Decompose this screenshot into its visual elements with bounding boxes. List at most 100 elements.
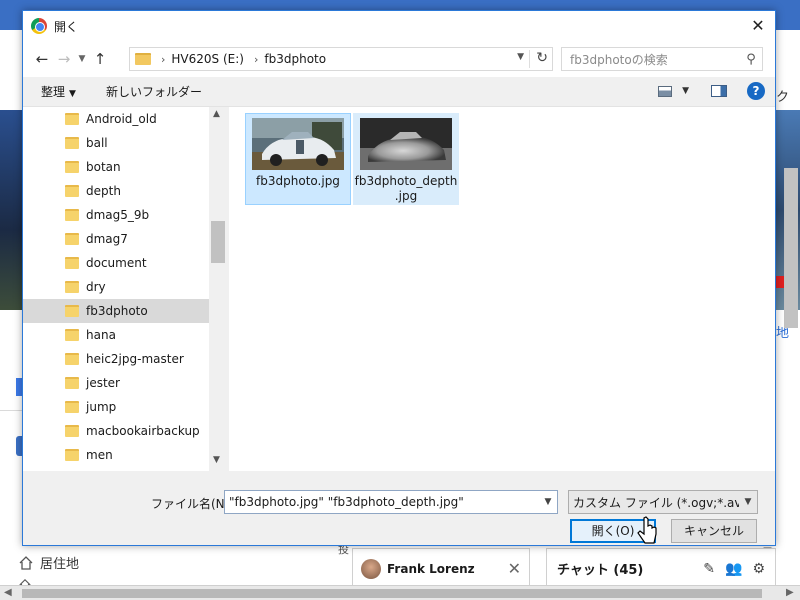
cancel-button[interactable]: キャンセル <box>671 519 757 543</box>
tree-item[interactable]: dmag5_9b <box>23 203 209 227</box>
chevron-down-icon: ▼ <box>69 89 76 99</box>
chrome-icon <box>31 18 47 34</box>
chevron-down-icon[interactable]: ▼ <box>682 86 689 96</box>
tree-item-label: hana <box>86 328 116 342</box>
background-horizontal-scrollbar[interactable]: ◀ ▶ <box>0 585 800 600</box>
tree-item-selected[interactable]: fb3dphoto <box>23 299 209 323</box>
tree-item[interactable]: macbookairbackup <box>23 419 209 443</box>
tree-item[interactable]: hana <box>23 323 209 347</box>
file-item[interactable]: fb3dphoto.jpg <box>245 113 351 205</box>
breadcrumb-separator: › <box>161 52 166 66</box>
close-button[interactable]: ✕ <box>745 13 771 39</box>
home-icon <box>19 555 33 570</box>
car-photo-thumbnail <box>252 118 344 170</box>
address-divider <box>529 50 530 68</box>
breadcrumb-drive[interactable]: HV620S (E:) <box>171 52 244 66</box>
toolbar-right-group: ▼ ? <box>658 82 765 100</box>
navigation-bar: ← → ▼ ↑ › HV620S (E:) › fb3dphoto ▼ ↻ fb… <box>23 41 775 77</box>
folder-icon <box>65 233 79 245</box>
help-icon[interactable]: ? <box>747 82 765 100</box>
preview-pane-icon[interactable] <box>711 85 727 97</box>
close-icon[interactable]: ✕ <box>508 559 521 578</box>
address-bar[interactable]: › HV620S (E:) › fb3dphoto ▼ ↻ <box>129 47 553 71</box>
home-label: 居住地 <box>40 557 80 572</box>
scroll-left-icon[interactable]: ◀ <box>4 587 12 598</box>
new-folder-button[interactable]: 新しいフォルダー <box>106 83 202 100</box>
recent-locations-button[interactable]: ▼ <box>75 54 89 64</box>
chat-contact-panel[interactable]: Frank Lorenz ✕ <box>352 548 530 588</box>
chevron-down-icon: ▼ <box>744 497 752 507</box>
tree-item-label: dmag5_9b <box>86 208 150 222</box>
dialog-title: 開く <box>54 19 79 34</box>
tree-item-label: dmag7 <box>86 232 128 246</box>
scroll-down-icon[interactable]: ▼ <box>213 455 220 465</box>
tree-item-label: document <box>86 256 147 270</box>
search-input[interactable]: fb3dphotoの検索 ⚲ <box>561 47 763 71</box>
command-toolbar: 整理 ▼ 新しいフォルダー ▼ ? <box>23 77 775 107</box>
folder-icon <box>65 257 79 269</box>
search-icon[interactable]: ⚲ <box>740 52 762 67</box>
folder-tree: Android_old ball botan depth dmag5_9b dm… <box>23 107 227 471</box>
folder-icon <box>65 425 79 437</box>
dialog-titlebar[interactable]: 開く ✕ <box>23 11 775 41</box>
filename-value: "fb3dphoto.jpg" "fb3dphoto_depth.jpg" <box>229 495 464 509</box>
tree-item[interactable]: document <box>23 251 209 275</box>
filename-label: ファイル名(N): <box>151 497 234 511</box>
up-button[interactable]: ↑ <box>89 50 111 68</box>
compose-icon[interactable]: ✎ <box>703 561 715 577</box>
chat-contact-name: Frank Lorenz <box>387 561 475 576</box>
tree-item-label: dry <box>86 280 106 294</box>
tree-item[interactable]: men <box>23 443 209 467</box>
file-list: fb3dphoto.jpg fb3dphoto_depth .jpg <box>229 107 775 471</box>
breadcrumb-separator: › <box>253 52 259 66</box>
tree-item[interactable]: botan <box>23 155 209 179</box>
tree-item[interactable]: ball <box>23 131 209 155</box>
view-options-icon[interactable] <box>658 85 673 97</box>
tree-item[interactable]: dmag7 <box>23 227 209 251</box>
tree-item-label: jump <box>86 400 117 414</box>
chat-bar[interactable]: チャット (45) ✎ 👥 ⚙ <box>546 548 776 588</box>
breadcrumb-folder[interactable]: fb3dphoto <box>264 52 326 66</box>
filetype-select[interactable]: カスタム ファイル (*.ogv;*.avi;*.mp4 ▼ <box>568 490 758 514</box>
refresh-icon[interactable]: ↻ <box>536 50 548 66</box>
back-button[interactable]: ← <box>31 50 53 68</box>
folder-icon <box>65 281 79 293</box>
folder-icon <box>65 377 79 389</box>
forward-button[interactable]: → <box>53 50 75 68</box>
group-icon[interactable]: 👥 <box>725 561 742 577</box>
tree-item-label: men <box>86 448 113 462</box>
folder-icon <box>65 353 79 365</box>
chevron-down-icon[interactable]: ▼ <box>517 52 524 62</box>
scroll-up-icon[interactable]: ▲ <box>213 109 220 119</box>
tree-item-label: botan <box>86 160 121 174</box>
scroll-right-icon[interactable]: ▶ <box>786 587 794 598</box>
file-item[interactable]: fb3dphoto_depth .jpg <box>353 113 459 205</box>
chevron-down-icon[interactable]: ▼ <box>539 497 557 507</box>
background-scrollbar-thumb[interactable] <box>784 168 798 328</box>
tree-item-label: macbookairbackup <box>86 424 200 438</box>
scrollbar-thumb[interactable] <box>211 221 225 263</box>
folder-icon <box>65 137 79 149</box>
avatar <box>361 558 381 579</box>
tree-item[interactable]: Android_old <box>23 107 209 131</box>
tree-item[interactable]: depth <box>23 179 209 203</box>
tree-item[interactable]: jester <box>23 371 209 395</box>
scrollbar-thumb[interactable] <box>22 589 762 598</box>
background-text-fragment: ク <box>776 90 790 105</box>
arrow-up-icon: ↑ <box>93 50 107 68</box>
background-home-row[interactable]: 居住地 <box>18 553 79 572</box>
folder-icon <box>65 161 79 173</box>
tree-item[interactable]: jump <box>23 395 209 419</box>
open-button[interactable]: 開く(O) <box>570 519 656 543</box>
gear-icon[interactable]: ⚙ <box>752 561 765 577</box>
folder-icon <box>65 449 79 461</box>
background-divider <box>0 410 22 411</box>
tree-item-label: jester <box>86 376 120 390</box>
organize-button[interactable]: 整理 ▼ <box>41 83 76 100</box>
tree-item-label: fb3dphoto <box>86 304 148 318</box>
tree-item[interactable]: dry <box>23 275 209 299</box>
tree-item-label: Android_old <box>86 112 157 126</box>
filename-input[interactable]: "fb3dphoto.jpg" "fb3dphoto_depth.jpg" ▼ <box>224 490 558 514</box>
tree-scrollbar[interactable]: ▲ ▼ <box>209 107 227 471</box>
tree-item[interactable]: heic2jpg-master <box>23 347 209 371</box>
